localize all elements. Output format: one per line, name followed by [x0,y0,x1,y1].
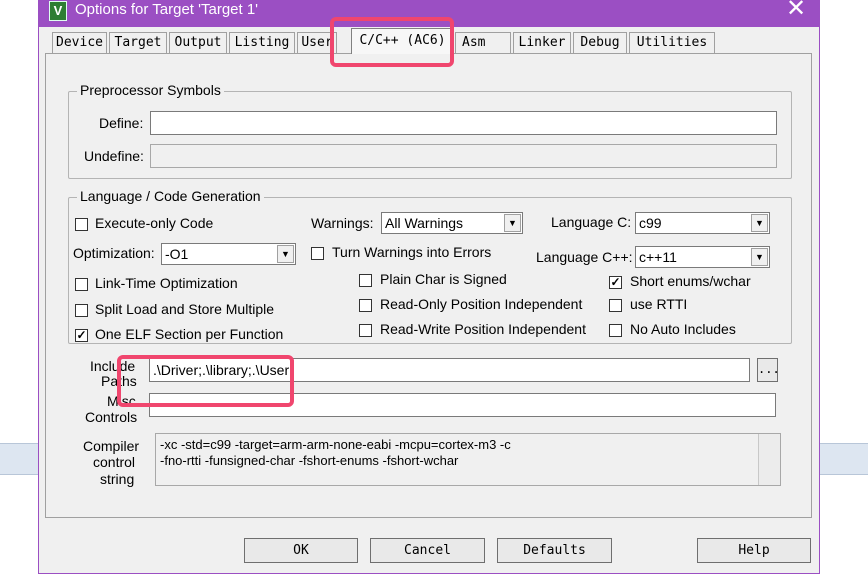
compiler-string-scrollbar[interactable] [758,434,780,485]
plain-char-checkbox[interactable] [359,274,372,287]
tab-asm[interactable]: Asm [455,32,511,53]
warnings-value: All Warnings [385,215,464,231]
compiler-control-string: -xc -std=c99 -target=arm-arm-none-eabi -… [155,433,781,486]
chevron-down-icon[interactable]: ▼ [751,248,768,266]
preprocessor-symbols-group: Preprocessor Symbols Define: Undefine: [68,82,792,179]
no-auto-includes-checkbox[interactable] [609,324,622,337]
tab-listing[interactable]: Listing [229,32,295,53]
compiler-label-line3: string [100,471,135,487]
compiler-string-line1: -xc -std=c99 -target=arm-arm-none-eabi -… [160,437,511,452]
undefine-label: Undefine: [84,148,144,164]
tab-utilities[interactable]: Utilities [629,32,715,53]
misc-controls-input[interactable] [149,393,776,417]
help-button[interactable]: Help [697,538,811,563]
tab-panel-c-cpp: Preprocessor Symbols Define: Undefine: L… [45,53,812,518]
keil-uvision-icon: V [49,1,67,21]
split-load-label: Split Load and Store Multiple [95,301,274,317]
turn-warnings-errors-checkbox[interactable] [311,247,324,260]
undefine-input [150,144,777,168]
define-input[interactable] [150,111,777,135]
ro-pi-checkbox[interactable] [359,299,372,312]
plain-char-label: Plain Char is Signed [380,271,507,287]
optimization-select[interactable]: -O1 ▼ [161,243,296,265]
warnings-label: Warnings: [311,215,374,231]
misc-controls-label-line2: Controls [85,409,138,425]
language-cpp-value: c++11 [639,249,677,265]
split-load-checkbox[interactable] [75,304,88,317]
execute-only-label: Execute-only Code [95,215,214,231]
tab-user[interactable]: User [297,32,337,53]
defaults-button[interactable]: Defaults [497,538,612,563]
include-paths-label-line1: Include [90,358,136,374]
tab-device[interactable]: Device [52,32,107,53]
short-enums-checkbox[interactable]: ✓ [609,276,622,289]
chevron-down-icon[interactable]: ▼ [751,214,768,232]
language-group-title: Language / Code Generation [77,188,264,204]
tab-linker[interactable]: Linker [513,32,571,53]
compiler-label-line2: control [93,454,136,470]
compiler-label-line1: Compiler [83,438,140,454]
language-c-label: Language C: [551,214,632,230]
execute-only-checkbox[interactable] [75,218,88,231]
chevron-down-icon[interactable]: ▼ [504,214,521,232]
optimization-label: Optimization: [73,245,155,261]
title-bar: V Options for Target 'Target 1' ✕ [39,0,819,27]
language-cpp-label: Language C++: [536,249,633,265]
no-auto-includes-label: No Auto Includes [630,321,736,337]
rw-pi-checkbox[interactable] [359,324,372,337]
turn-warnings-errors-label: Turn Warnings into Errors [332,244,492,260]
ro-pi-label: Read-Only Position Independent [380,296,583,312]
include-paths-browse-button[interactable]: ... [757,358,780,382]
language-code-generation-group: Language / Code Generation Execute-only … [68,188,792,344]
warnings-select[interactable]: All Warnings ▼ [381,212,523,234]
use-rtti-label: use RTTI [630,296,688,312]
tab-target[interactable]: Target [109,32,167,53]
compiler-string-line2: -fno-rtti -funsigned-char -fshort-enums … [160,453,459,468]
use-rtti-checkbox[interactable] [609,299,622,312]
options-dialog: V Options for Target 'Target 1' ✕ Device… [38,0,820,574]
include-paths-label-line2: Paths [101,373,137,389]
optimization-value: -O1 [165,246,189,262]
one-elf-checkbox[interactable]: ✓ [75,329,88,342]
tab-c-cpp-ac6[interactable]: C/C++ (AC6) [351,28,454,54]
rw-pi-label: Read-Write Position Independent [380,321,586,337]
language-c-value: c99 [639,215,662,231]
chevron-down-icon[interactable]: ▼ [277,245,294,263]
dialog-title: Options for Target 'Target 1' [75,1,259,18]
tab-output[interactable]: Output [169,32,227,53]
define-label: Define: [99,115,144,131]
preprocessor-group-title: Preprocessor Symbols [77,82,224,98]
one-elf-label: One ELF Section per Function [95,326,284,342]
cancel-button[interactable]: Cancel [370,538,485,563]
link-time-label: Link-Time Optimization [95,275,238,291]
ok-button[interactable]: OK [244,538,358,563]
include-paths-input[interactable]: .\Driver;.\library;.\User [149,358,750,382]
short-enums-label: Short enums/wchar [630,273,751,289]
language-c-select[interactable]: c99 ▼ [635,212,770,234]
tab-debug[interactable]: Debug [573,32,627,53]
misc-controls-label-line1: Misc [107,393,136,409]
language-cpp-select[interactable]: c++11 ▼ [635,246,770,268]
link-time-checkbox[interactable] [75,278,88,291]
close-icon[interactable]: ✕ [779,0,813,24]
